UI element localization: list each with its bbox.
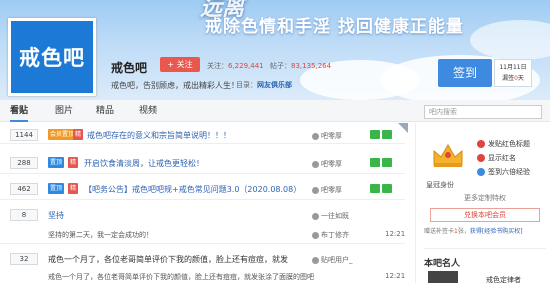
table-row[interactable]: 8 坚持 坚持的第二天，我一定会成功的！ 一往如既 布丁修齐 12:21: [0, 204, 405, 244]
badge-icon: [382, 130, 392, 139]
reply-count: 32: [10, 253, 38, 265]
vip-exchange-button[interactable]: 兑换本吧会员: [430, 208, 540, 222]
banner-slogan: 戒除色情和手淫 找回健康正能量: [205, 17, 464, 37]
privilege-item[interactable]: 显示红名: [477, 151, 530, 165]
featured-badge: 精: [73, 129, 84, 140]
tab-featured[interactable]: 精品: [96, 100, 114, 122]
tab-images[interactable]: 图片: [55, 100, 73, 122]
posts-count: 帖子：83,135,264: [270, 61, 331, 71]
badge-icon: [370, 130, 380, 139]
famous-user-name[interactable]: 戒色定律者: [486, 275, 521, 283]
featured-badge: 精: [68, 183, 79, 194]
tab-videos[interactable]: 视频: [139, 100, 157, 122]
thread-title[interactable]: 开启饮食清淡周，让戒色更轻松！: [84, 158, 204, 169]
more-privileges-link[interactable]: 更多定制特权: [424, 192, 546, 204]
exp-book-link[interactable]: 获得[经验书购买权]: [470, 228, 523, 235]
divider: [424, 248, 546, 249]
pinned-badge: 会员置顶: [48, 129, 77, 140]
directory-label: 目录：: [236, 81, 257, 89]
crown-label: 皇冠身份: [426, 181, 454, 189]
posts-value: 83,135,264: [291, 62, 332, 70]
posts-label: 帖子：: [270, 62, 291, 70]
last-reply-author[interactable]: 布丁修齐: [312, 230, 349, 240]
table-row[interactable]: 1144 会员置顶 精 戒色吧存在的意义和宗旨简单说明！！！ 吧零厚: [0, 124, 405, 144]
thread-title[interactable]: 戒色一个月了，各位老哥简单评价下我的颜值，脸上还有痘痘，就发: [48, 254, 288, 265]
thread-title[interactable]: 【吧务公告】戒色吧吧规+戒色常见问题3.0（2020.08.08）: [84, 184, 301, 195]
badge-icon: [370, 158, 380, 167]
badge-icon: [370, 184, 380, 193]
thread-author[interactable]: 吧零厚: [312, 185, 342, 195]
forum-search-input[interactable]: 吧内搜索: [424, 105, 542, 119]
thread-title[interactable]: 戒色吧存在的意义和宗旨简单说明！！！: [87, 130, 231, 141]
badge-icon: [382, 158, 392, 167]
thread-preview: 坚持的第二天，我一定会成功的！: [48, 231, 153, 239]
signin-streak: 漏签0天: [502, 75, 524, 82]
privilege-item[interactable]: 发贴红色标题: [477, 137, 530, 151]
pinned-badge: 置顶: [48, 157, 65, 168]
members-count: 关注：6,229,441: [207, 61, 264, 71]
forum-directory: 目录：网友俱乐部: [236, 80, 292, 90]
thread-title[interactable]: 坚持: [48, 210, 64, 221]
avatar[interactable]: [428, 271, 458, 283]
name-icon: [477, 154, 485, 162]
tab-posts[interactable]: 看贴: [10, 100, 29, 122]
directory-link[interactable]: 网友俱乐部: [257, 81, 292, 89]
forum-name[interactable]: 戒色吧: [111, 59, 147, 76]
members-value: 6,229,441: [228, 62, 264, 70]
reply-count: 462: [10, 183, 38, 195]
gift-text: 赠送补签卡1张，获得[经验书购买权]: [424, 228, 523, 235]
signin-calendar[interactable]: 11月11日 漏签0天: [494, 59, 532, 87]
table-row[interactable]: 32 戒色一个月了，各位老哥简单评价下我的颜值，脸上还有痘痘，就发 戒色一个月了…: [0, 248, 405, 283]
user-icon: [312, 256, 319, 264]
thread-author[interactable]: 一往如既: [312, 211, 349, 221]
members-label: 关注：: [207, 62, 228, 70]
thread-preview: 戒色一个月了，各位老哥简单评价下我的颜值，脸上还有痘痘，就发张涂了面膜的图吧: [48, 273, 314, 281]
table-row[interactable]: 462 置顶 精 【吧务公告】戒色吧吧规+戒色常见问题3.0（2020.08.0…: [0, 178, 405, 200]
exp-icon: [477, 168, 485, 176]
user-icon: [312, 212, 319, 220]
thread-author[interactable]: 贴吧用户_: [312, 255, 353, 265]
badge-icon: [382, 184, 392, 193]
cloud-decoration: [470, 20, 550, 60]
reply-count: 288: [10, 157, 38, 169]
crown-icon: [433, 144, 463, 167]
user-icon: [312, 186, 319, 194]
reply-count: 8: [10, 209, 38, 221]
privilege-item[interactable]: 签到六倍经验: [477, 165, 530, 179]
pinned-badge: 置顶: [48, 183, 65, 194]
logo-text: 戒色吧: [19, 46, 85, 70]
chat-icon: [312, 231, 319, 239]
last-reply-time: 12:21: [385, 230, 406, 238]
title-icon: [477, 140, 485, 148]
table-row[interactable]: 288 置顶 精 开启饮食清淡周，让戒色更轻松！ 吧零厚: [0, 152, 405, 174]
signin-button[interactable]: 签到: [438, 59, 492, 87]
sidebar: 皇冠身份 发贴红色标题 显示红名 签到六倍经验 更多定制特权 兑换本吧会员 赠送…: [415, 123, 550, 283]
last-reply-time: 12:21: [385, 272, 406, 280]
forum-description: 戒色吧，告别顾虑，戒出精彩人生！: [111, 81, 239, 90]
thread-author[interactable]: 吧零厚: [312, 131, 342, 141]
privilege-list: 发贴红色标题 显示红名 签到六倍经验: [477, 137, 530, 179]
featured-badge: 精: [68, 157, 79, 168]
user-icon: [312, 132, 319, 140]
forum-logo[interactable]: 戒色吧: [8, 18, 96, 96]
follow-button[interactable]: + 关注: [160, 57, 200, 72]
user-icon: [312, 160, 319, 168]
famous-title: 本吧名人: [424, 259, 461, 269]
reply-count: 1144: [10, 129, 38, 141]
thread-author[interactable]: 吧零厚: [312, 159, 342, 169]
signin-date: 11月11日: [499, 64, 527, 71]
